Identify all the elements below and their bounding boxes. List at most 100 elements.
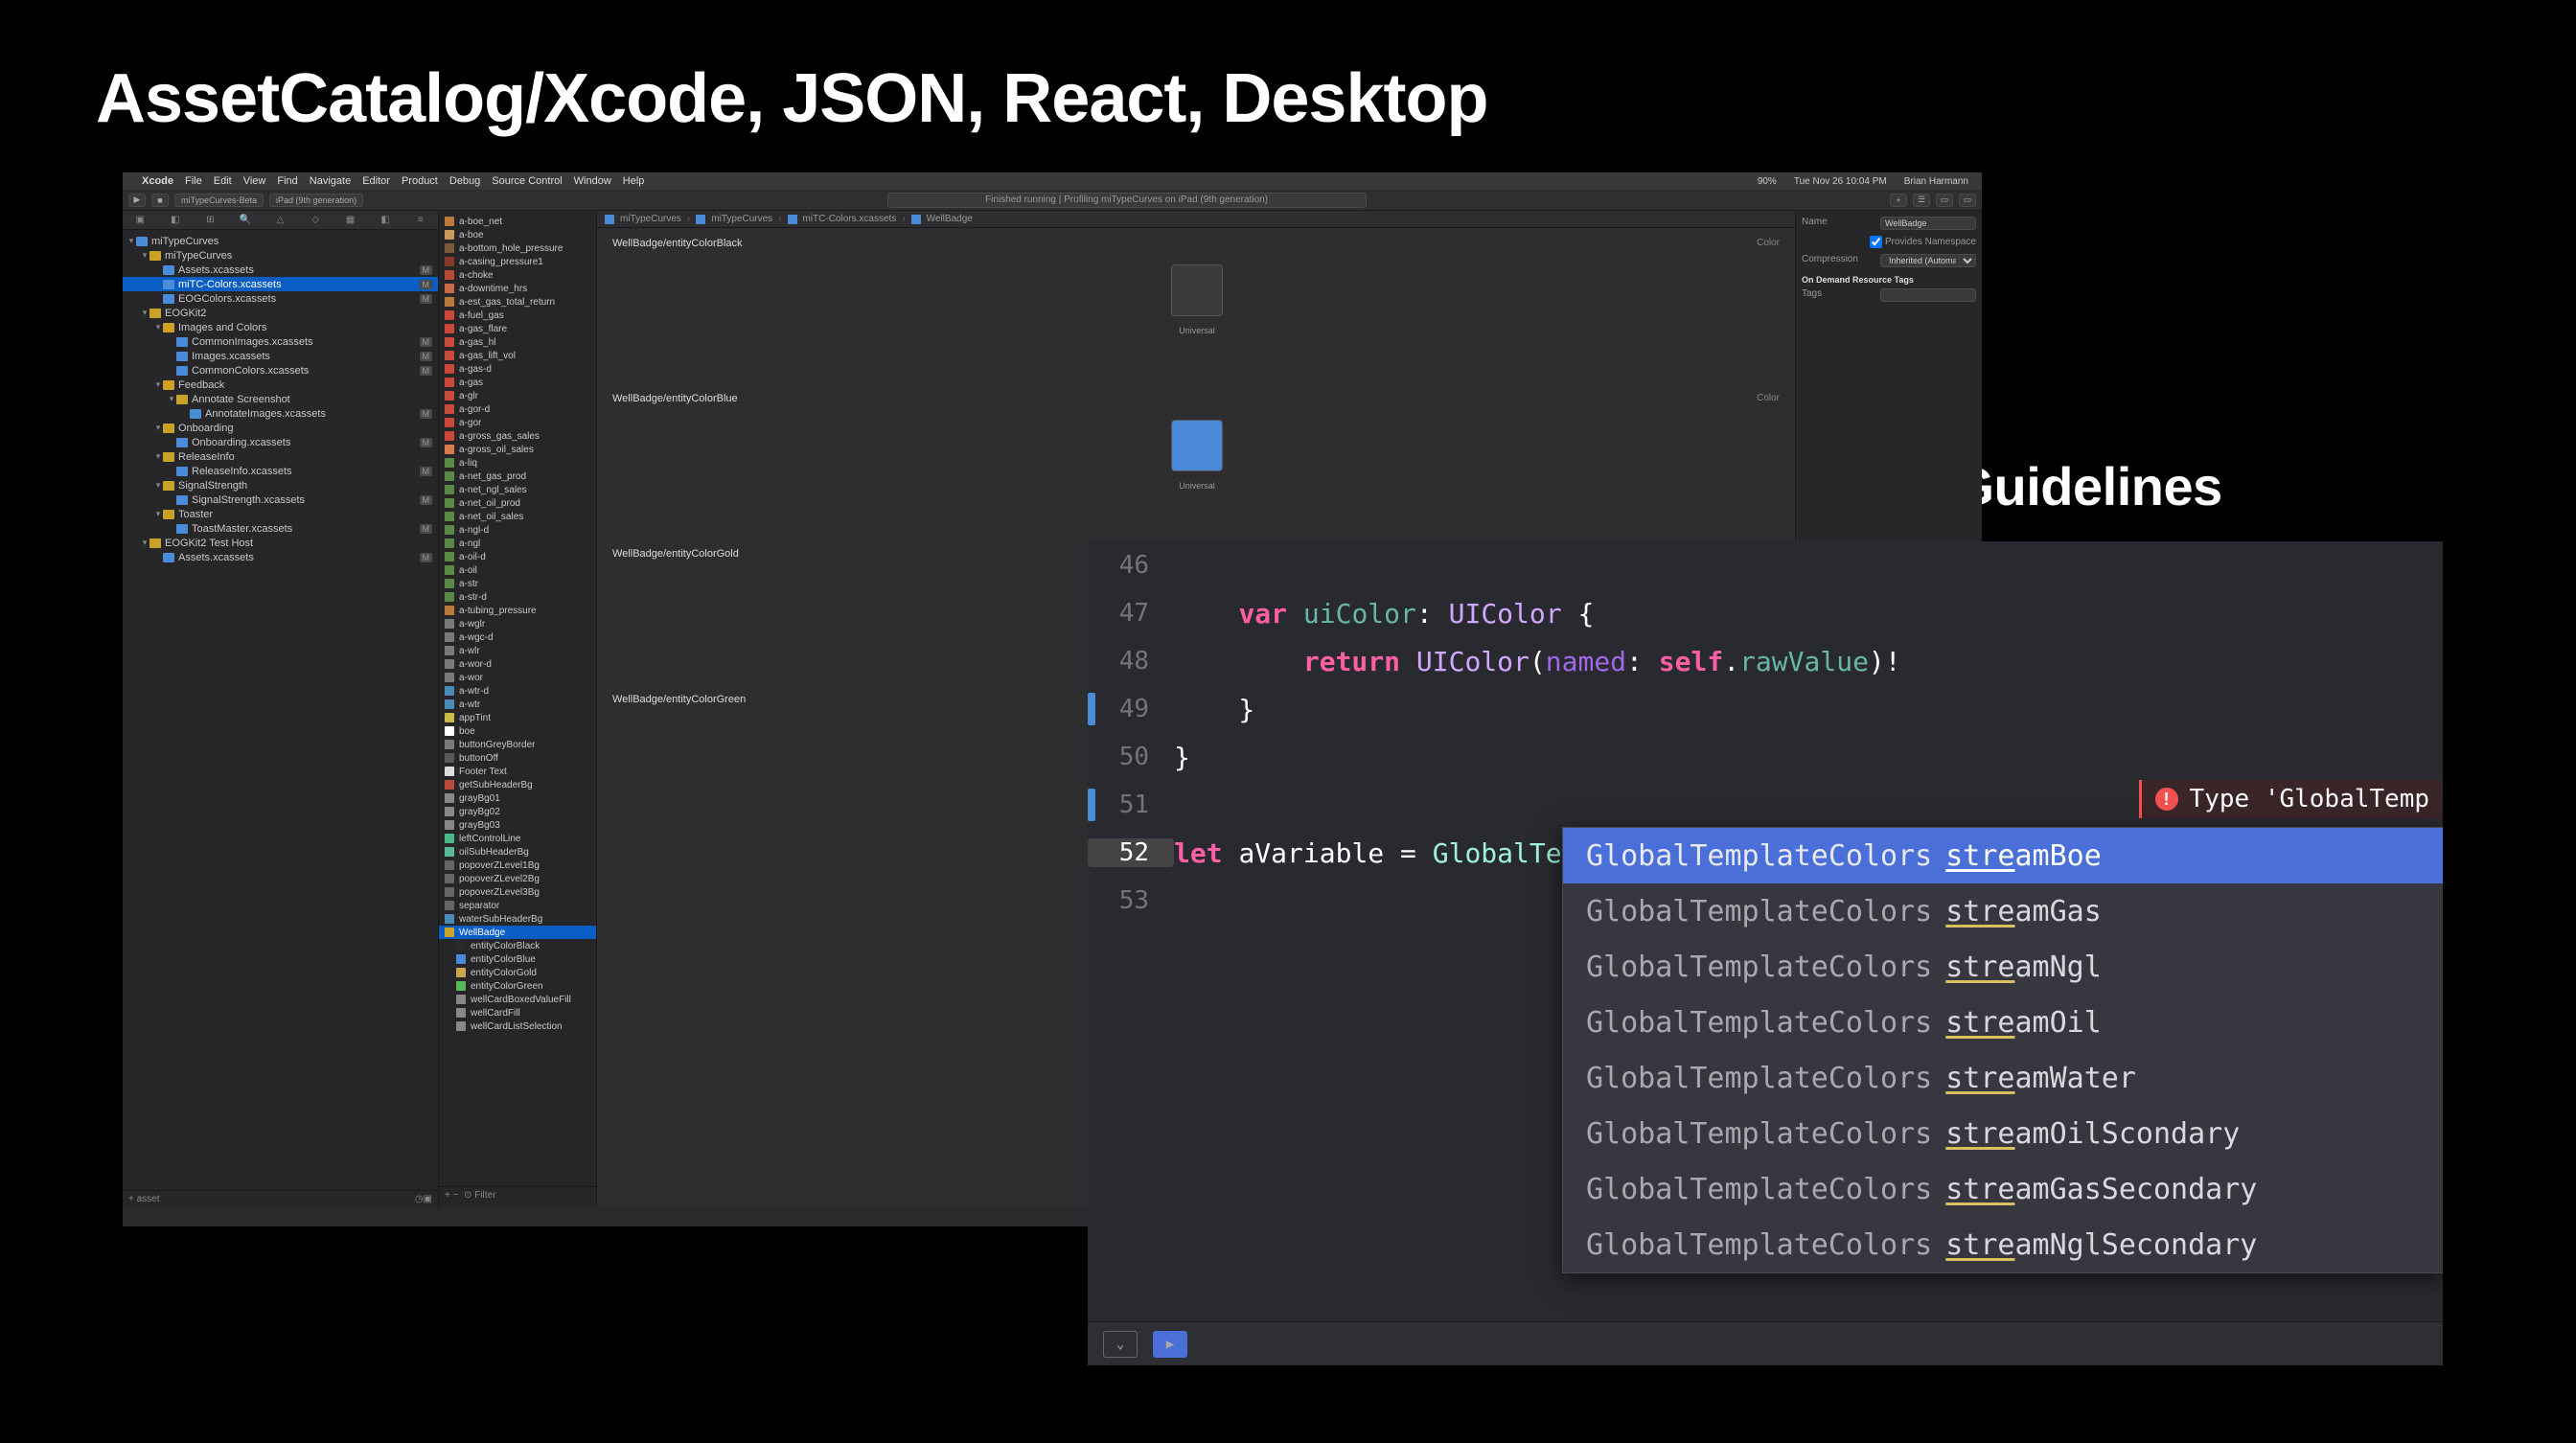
autocomplete-item[interactable]: GlobalTemplateColorsstreamOil — [1563, 995, 2443, 1050]
stop-button[interactable]: ■ — [151, 194, 169, 207]
filter-plus-icon[interactable]: + — [128, 1194, 134, 1204]
asset-row[interactable]: a-net_gas_prod — [439, 470, 596, 483]
symbol-navigator-tab[interactable]: ⊞ — [193, 211, 228, 229]
code-line[interactable]: 47 var uiColor: UIColor { — [1088, 589, 2443, 637]
tree-row[interactable]: SignalStrength.xcassetsM — [123, 492, 438, 507]
breadcrumb-item[interactable]: WellBadge — [927, 214, 973, 224]
asset-row[interactable]: a-boe_net — [439, 215, 596, 228]
menu-item[interactable]: Window — [574, 175, 611, 187]
code-line[interactable]: 46 — [1088, 541, 2443, 589]
find-navigator-tab[interactable]: 🔍 — [228, 211, 264, 229]
asset-row[interactable]: grayBg03 — [439, 818, 596, 832]
tree-row[interactable]: CommonColors.xcassetsM — [123, 363, 438, 378]
asset-row[interactable]: appTint — [439, 711, 596, 724]
asset-row[interactable]: waterSubHeaderBg — [439, 912, 596, 926]
asset-row[interactable]: a-fuel_gas — [439, 309, 596, 322]
plus-button[interactable]: + — [1890, 194, 1907, 207]
asset-row[interactable]: a-net_oil_prod — [439, 496, 596, 510]
asset-row[interactable]: entityColorGreen — [439, 979, 596, 993]
asset-row[interactable]: a-str — [439, 577, 596, 590]
asset-row[interactable]: boe — [439, 724, 596, 738]
asset-row[interactable]: a-downtime_hrs — [439, 282, 596, 295]
asset-row[interactable]: a-ngl-d — [439, 523, 596, 537]
asset-row[interactable]: buttonGreyBorder — [439, 738, 596, 751]
autocomplete-item[interactable]: GlobalTemplateColorsstreamNglSecondary — [1563, 1217, 2443, 1272]
asset-row[interactable]: a-wor-d — [439, 657, 596, 671]
breakpoint-indicator-icon[interactable]: ▶ — [1153, 1331, 1187, 1358]
autocomplete-item[interactable]: GlobalTemplateColorsstreamNgl — [1563, 939, 2443, 995]
asset-row[interactable]: getSubHeaderBg — [439, 778, 596, 791]
tree-row[interactable]: EOGColors.xcassetsM — [123, 291, 438, 306]
tree-row[interactable]: ▾Images and Colors — [123, 320, 438, 334]
asset-filter[interactable]: + − ⊙ Filter — [439, 1186, 596, 1203]
asset-row[interactable]: a-wor — [439, 671, 596, 684]
tree-row[interactable]: Assets.xcassetsM — [123, 550, 438, 564]
filter-recents-icon[interactable]: ◷ — [415, 1194, 424, 1204]
asset-row[interactable]: Footer Text — [439, 765, 596, 778]
asset-row[interactable]: entityColorBlue — [439, 952, 596, 966]
navigator-filter[interactable]: + asset ◷ ▣ — [123, 1190, 438, 1207]
asset-row[interactable]: wellCardFill — [439, 1006, 596, 1019]
asset-row[interactable]: a-ngl — [439, 537, 596, 550]
asset-row[interactable]: a-est_gas_total_return — [439, 295, 596, 309]
autocomplete-item[interactable]: GlobalTemplateColorsstreamGasSecondary — [1563, 1161, 2443, 1217]
menu-item[interactable]: View — [243, 175, 266, 187]
tree-row[interactable]: Images.xcassetsM — [123, 349, 438, 363]
asset-row[interactable]: oilSubHeaderBg — [439, 845, 596, 859]
inspector-toggle[interactable]: ▭ — [1959, 194, 1976, 207]
asset-row[interactable]: a-wgc-d — [439, 630, 596, 644]
autocomplete-item[interactable]: GlobalTemplateColorsstreamBoe — [1563, 828, 2443, 883]
asset-row[interactable]: a-gas_lift_vol — [439, 349, 596, 362]
tree-row[interactable]: ReleaseInfo.xcassetsM — [123, 464, 438, 478]
breakpoint-navigator-tab[interactable]: ◧ — [368, 211, 403, 229]
asset-row[interactable]: a-wtr — [439, 698, 596, 711]
asset-row[interactable]: a-wlr — [439, 644, 596, 657]
tags-field[interactable] — [1880, 288, 1976, 302]
issue-navigator-tab[interactable]: △ — [263, 211, 298, 229]
asset-row[interactable]: a-net_oil_sales — [439, 510, 596, 523]
tree-row[interactable]: CommonImages.xcassetsM — [123, 334, 438, 349]
test-navigator-tab[interactable]: ◇ — [298, 211, 334, 229]
asset-row[interactable]: popoverZLevel2Bg — [439, 872, 596, 885]
asset-row[interactable]: a-oil-d — [439, 550, 596, 563]
tree-row[interactable]: AnnotateImages.xcassetsM — [123, 406, 438, 421]
breadcrumb-item[interactable]: miTypeCurves — [620, 214, 681, 224]
project-tree[interactable]: ▾miTypeCurves▾miTypeCurvesAssets.xcasset… — [123, 230, 438, 1190]
asset-row[interactable]: a-gas — [439, 376, 596, 389]
menu-item[interactable]: Debug — [449, 175, 480, 187]
tree-row[interactable]: ▾miTypeCurves — [123, 234, 438, 248]
asset-row[interactable]: a-liq — [439, 456, 596, 470]
asset-row[interactable]: a-gross_oil_sales — [439, 443, 596, 456]
tree-row[interactable]: ToastMaster.xcassetsM — [123, 521, 438, 536]
editor-layout-button[interactable]: ☰ — [1913, 194, 1930, 207]
menu-item[interactable]: Product — [402, 175, 438, 187]
asset-row[interactable]: a-wtr-d — [439, 684, 596, 698]
tree-row[interactable]: ▾SignalStrength — [123, 478, 438, 492]
tree-row[interactable]: Assets.xcassetsM — [123, 263, 438, 277]
run-button[interactable]: ▶ — [128, 194, 146, 207]
asset-row[interactable]: leftControlLine — [439, 832, 596, 845]
asset-row[interactable]: a-casing_pressure1 — [439, 255, 596, 268]
report-navigator-tab[interactable]: ≡ — [403, 211, 439, 229]
asset-row[interactable]: separator — [439, 899, 596, 912]
asset-row[interactable]: wellCardListSelection — [439, 1019, 596, 1033]
breadcrumb-item[interactable]: miTC-Colors.xcassets — [803, 214, 897, 224]
asset-row[interactable]: a-gor — [439, 416, 596, 429]
asset-row[interactable]: a-tubing_pressure — [439, 604, 596, 617]
chevron-down-icon[interactable]: ⌄ — [1103, 1331, 1138, 1358]
error-banner[interactable]: ! Type 'GlobalTemp — [2139, 780, 2443, 818]
autocomplete-item[interactable]: GlobalTemplateColorsstreamGas — [1563, 883, 2443, 939]
asset-row[interactable]: a-gas_flare — [439, 322, 596, 335]
asset-row[interactable]: entityColorBlack — [439, 939, 596, 952]
code-line[interactable]: 49 } — [1088, 685, 2443, 733]
tree-row[interactable]: Onboarding.xcassetsM — [123, 435, 438, 449]
tree-row[interactable]: ▾ReleaseInfo — [123, 449, 438, 464]
tree-row[interactable]: ▾Toaster — [123, 507, 438, 521]
asset-row[interactable]: a-gor-d — [439, 402, 596, 416]
project-navigator-tab[interactable]: ▣ — [123, 211, 158, 229]
code-line[interactable]: 50} — [1088, 733, 2443, 781]
asset-row[interactable]: a-gas_hl — [439, 335, 596, 349]
tree-row[interactable]: ▾Onboarding — [123, 421, 438, 435]
code-editor[interactable]: 4647 var uiColor: UIColor {48 return UIC… — [1088, 541, 2443, 1365]
tree-row[interactable]: ▾EOGKit2 Test Host — [123, 536, 438, 550]
